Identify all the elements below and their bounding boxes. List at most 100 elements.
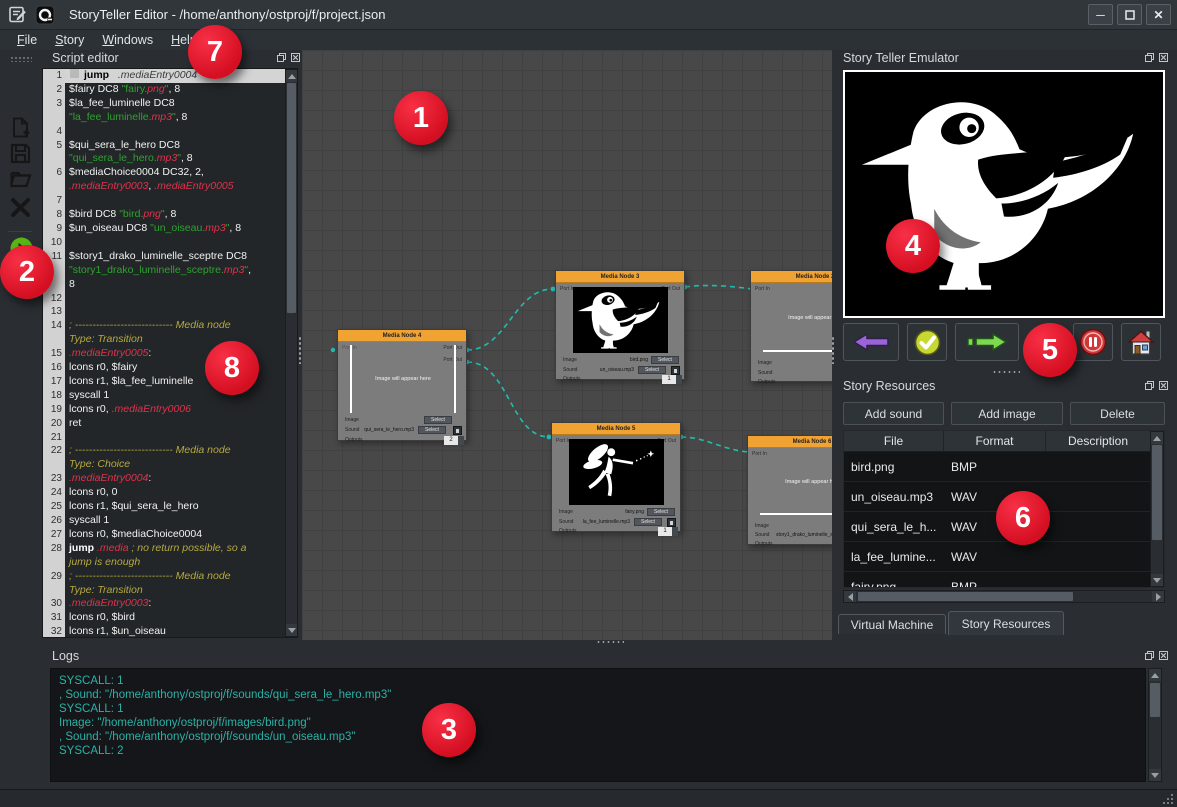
code-line[interactable]: 23.mediaEntry0004: (43, 472, 285, 486)
scroll-right-arrow[interactable] (1152, 591, 1164, 602)
code-line[interactable]: Type: Choice (43, 458, 285, 472)
add-image-button[interactable]: Add image (951, 402, 1063, 425)
media-node-2[interactable]: Media Node 2 Port In Image will appear h… (750, 270, 832, 382)
float-panel-icon[interactable] (276, 52, 287, 63)
table-row[interactable]: la_fee_lumine...WAV (844, 542, 1164, 572)
code-line[interactable]: 1jump .mediaEntry0004 (43, 69, 285, 83)
table-row[interactable]: fairy.pngBMP (844, 572, 1164, 588)
media-node-5[interactable]: Media Node 5 Port In Port Out Image fair… (551, 422, 681, 532)
code-line[interactable]: 6$mediaChoice0004 DC32, 2, (43, 166, 285, 180)
logs-output[interactable]: SYSCALL: 1, Sound: "/home/anthony/ostpro… (50, 668, 1146, 782)
close-button[interactable]: ✕ (1146, 4, 1171, 25)
scroll-up-arrow[interactable] (1149, 669, 1161, 681)
scroll-down-arrow[interactable] (286, 624, 297, 636)
script-editor[interactable]: 1jump .mediaEntry00042$fairy DC8 "fairy.… (42, 68, 298, 638)
node-graph-canvas[interactable]: Media Node 4 Port In Port Out Port Out I… (302, 50, 832, 640)
pause-button[interactable] (1073, 323, 1113, 361)
code-line[interactable]: 32lcons r1, $un_oiseau (43, 625, 285, 638)
node-title[interactable]: Media Node 2 (751, 271, 832, 283)
tab-story-resources[interactable]: Story Resources (948, 611, 1064, 635)
code-line[interactable]: 5$qui_sera_le_hero DC8 (43, 139, 285, 153)
previous-button[interactable] (843, 323, 899, 361)
code-line[interactable]: jump is enough (43, 556, 285, 570)
code-line[interactable]: "la_fee_luminelle.mp3", 8 (43, 111, 285, 125)
splitter-emulator-resources[interactable] (992, 370, 1020, 374)
close-panel-icon[interactable] (1158, 52, 1169, 63)
scroll-down-arrow[interactable] (1149, 769, 1161, 781)
float-panel-icon[interactable] (1144, 380, 1155, 391)
code-line[interactable]: 28jump .media ; no return possible, so a (43, 542, 285, 556)
media-node-3[interactable]: Media Node 3 Port In Port Out Image bird… (555, 270, 685, 380)
node-title[interactable]: Media Node 5 (552, 423, 680, 435)
code-line[interactable]: 19lcons r0, .mediaEntry0006 (43, 403, 285, 417)
delete-button[interactable]: Delete (1070, 402, 1165, 425)
code-line[interactable]: 27lcons r0, $mediaChoice0004 (43, 528, 285, 542)
code-line[interactable]: 12 (43, 292, 285, 306)
code-line[interactable]: 24lcons r0, 0 (43, 486, 285, 500)
spinner-arrows[interactable] (676, 375, 682, 384)
code-line[interactable]: 31lcons r0, $bird (43, 611, 285, 625)
code-line[interactable]: "story1_drako_luminelle_sceptre.mp3", (43, 264, 285, 278)
home-button[interactable] (1121, 323, 1161, 361)
code-line[interactable]: Type: Transition (43, 584, 285, 598)
select-sound-button[interactable]: Select (638, 366, 666, 374)
table-hscrollbar[interactable] (843, 590, 1165, 603)
close-project-icon[interactable] (9, 196, 32, 219)
menu-story[interactable]: Story (46, 31, 93, 49)
close-panel-icon[interactable] (1158, 380, 1169, 391)
media-node-6[interactable]: Media Node 6 Port In Image will appear h… (747, 435, 832, 545)
node-title[interactable]: Media Node 4 (338, 330, 466, 342)
code-line[interactable]: 8$bird DC8 "bird.png", 8 (43, 208, 285, 222)
code-line[interactable]: 10 (43, 236, 285, 250)
ok-button[interactable] (907, 323, 947, 361)
spinner-arrows[interactable] (458, 436, 464, 445)
table-row[interactable]: bird.pngBMP (844, 452, 1164, 482)
scroll-down-arrow[interactable] (1151, 574, 1163, 586)
select-image-button[interactable]: Select (424, 416, 452, 424)
code-line[interactable]: 4 (43, 125, 285, 139)
close-panel-icon[interactable] (290, 52, 301, 63)
outputs-spinner[interactable]: 2 (444, 436, 458, 445)
outputs-spinner[interactable]: 1 (662, 375, 676, 384)
title-bar[interactable]: StoryTeller Editor - /home/anthony/ostpr… (0, 0, 1177, 30)
scrollbar-thumb[interactable] (287, 83, 296, 313)
menu-file[interactable]: File (8, 31, 46, 49)
logs-scrollbar[interactable] (1148, 668, 1162, 782)
next-button[interactable] (955, 323, 1019, 361)
select-image-button[interactable]: Select (647, 508, 675, 516)
code-line[interactable]: 2$fairy DC8 "fairy.png", 8 (43, 83, 285, 97)
code-line[interactable]: 11$story1_drako_luminelle_sceptre DC8 (43, 250, 285, 264)
scrollbar-thumb[interactable] (1152, 445, 1162, 540)
code-line[interactable]: 9$un_oiseau DC8 "un_oiseau.mp3", 8 (43, 222, 285, 236)
delete-sound-icon[interactable] (671, 366, 680, 375)
code-line[interactable]: 22; ---------------------------- Media n… (43, 444, 285, 458)
code-line[interactable]: 29; ---------------------------- Media n… (43, 570, 285, 584)
table-scrollbar[interactable] (1150, 431, 1164, 587)
code-line[interactable]: .mediaEntry0003, .mediaEntry0005 (43, 180, 285, 194)
delete-sound-icon[interactable] (453, 426, 462, 435)
editor-scrollbar[interactable] (285, 69, 298, 637)
menu-windows[interactable]: Windows (93, 31, 162, 49)
scroll-up-arrow[interactable] (1151, 432, 1163, 444)
select-image-button[interactable]: Select (651, 356, 679, 364)
code-line[interactable]: 21 (43, 431, 285, 445)
splitter-canvas-logs[interactable] (596, 640, 624, 644)
resize-grip[interactable] (1161, 792, 1174, 805)
select-sound-button[interactable]: Select (418, 426, 446, 434)
scroll-up-arrow[interactable] (286, 70, 297, 82)
node-title[interactable]: Media Node 3 (556, 271, 684, 283)
code-line[interactable]: 13 (43, 305, 285, 319)
save-icon[interactable] (9, 142, 32, 165)
code-line[interactable]: 30.mediaEntry0003: (43, 597, 285, 611)
open-folder-icon[interactable] (9, 167, 32, 190)
code-line[interactable]: 25lcons r1, $qui_sera_le_hero (43, 500, 285, 514)
code-line[interactable]: 3$la_fee_luminelle DC8 (43, 97, 285, 111)
tab-virtual-machine[interactable]: Virtual Machine (838, 614, 946, 634)
splitter-editor-canvas[interactable] (298, 336, 302, 364)
scrollbar-thumb[interactable] (1150, 683, 1160, 717)
delete-sound-icon[interactable] (667, 518, 676, 527)
scroll-left-arrow[interactable] (844, 591, 856, 602)
outputs-spinner[interactable]: 1 (658, 527, 672, 536)
close-panel-icon[interactable] (1158, 650, 1169, 661)
code-line[interactable]: 8 (43, 278, 285, 292)
